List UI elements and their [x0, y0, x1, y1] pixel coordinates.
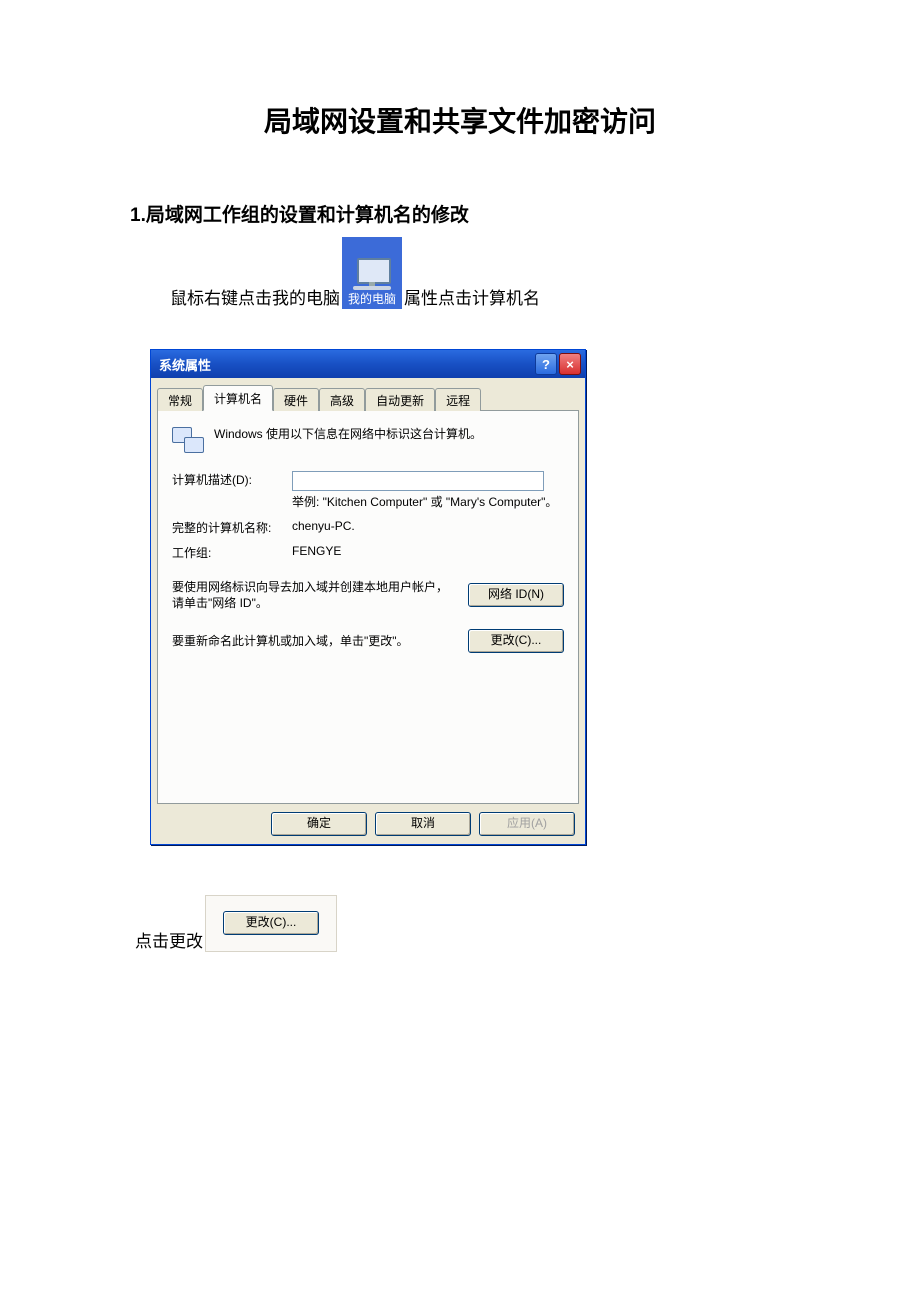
ok-button[interactable]: 确定 — [271, 812, 367, 836]
info-text: Windows 使用以下信息在网络中标识这台计算机。 — [214, 425, 482, 442]
tab-auto-update[interactable]: 自动更新 — [365, 388, 435, 411]
dialog-title: 系统属性 — [159, 355, 211, 374]
workgroup-value: FENGYE — [292, 544, 564, 558]
system-properties-dialog: 系统属性 ? × 常规 计算机名 硬件 高级 自动更新 远程 Windows 使… — [150, 349, 586, 845]
network-computers-icon — [172, 425, 204, 457]
tab-pane-computer-name: Windows 使用以下信息在网络中标识这台计算机。 计算机描述(D): 举例:… — [157, 411, 579, 804]
tab-hardware[interactable]: 硬件 — [273, 388, 319, 411]
apply-button[interactable]: 应用(A) — [479, 812, 575, 836]
monitor-icon — [353, 258, 391, 290]
tab-advanced[interactable]: 高级 — [319, 388, 365, 411]
help-icon[interactable]: ? — [535, 353, 557, 375]
tab-remote[interactable]: 远程 — [435, 388, 481, 411]
full-name-value: chenyu-PC. — [292, 519, 564, 533]
instruction-text-a: 鼠标右键点击我的电脑 — [170, 284, 340, 309]
dialog-button-row: 确定 取消 应用(A) — [157, 804, 579, 836]
dialog-titlebar[interactable]: 系统属性 ? × — [151, 350, 585, 378]
tab-row: 常规 计算机名 硬件 高级 自动更新 远程 — [157, 384, 579, 411]
my-computer-caption: 我的电脑 — [348, 290, 396, 307]
click-change-text: 点击更改 — [135, 927, 203, 952]
tab-computer-name[interactable]: 计算机名 — [203, 385, 273, 411]
example-hint: 举例: "Kitchen Computer" 或 "Mary's Compute… — [292, 495, 564, 511]
instruction-line-1: 鼠标右键点击我的电脑 我的电脑 属性点击计算机名 — [170, 237, 790, 309]
my-computer-icon: 我的电脑 — [342, 237, 402, 309]
computer-description-input[interactable] — [292, 471, 544, 491]
full-name-label: 完整的计算机名称: — [172, 519, 292, 536]
change-text: 要重新命名此计算机或加入域，单击"更改"。 — [172, 633, 468, 649]
desc-label: 计算机描述(D): — [172, 471, 292, 488]
section-heading-1: 1.局域网工作组的设置和计算机名的修改 — [130, 200, 790, 227]
tab-general[interactable]: 常规 — [157, 388, 203, 411]
doc-title: 局域网设置和共享文件加密访问 — [130, 100, 790, 140]
change-button[interactable]: 更改(C)... — [468, 629, 564, 653]
close-icon[interactable]: × — [559, 353, 581, 375]
network-id-text: 要使用网络标识向导去加入域并创建本地用户帐户，请单击"网络 ID"。 — [172, 579, 468, 611]
instruction-line-2: 点击更改 更改(C)... — [135, 895, 790, 952]
network-id-button[interactable]: 网络 ID(N) — [468, 583, 564, 607]
change-button-snippet: 更改(C)... — [205, 895, 337, 952]
workgroup-label: 工作组: — [172, 544, 292, 561]
cancel-button[interactable]: 取消 — [375, 812, 471, 836]
change-button-inline[interactable]: 更改(C)... — [223, 911, 319, 935]
instruction-text-b: 属性点击计算机名 — [404, 284, 540, 309]
